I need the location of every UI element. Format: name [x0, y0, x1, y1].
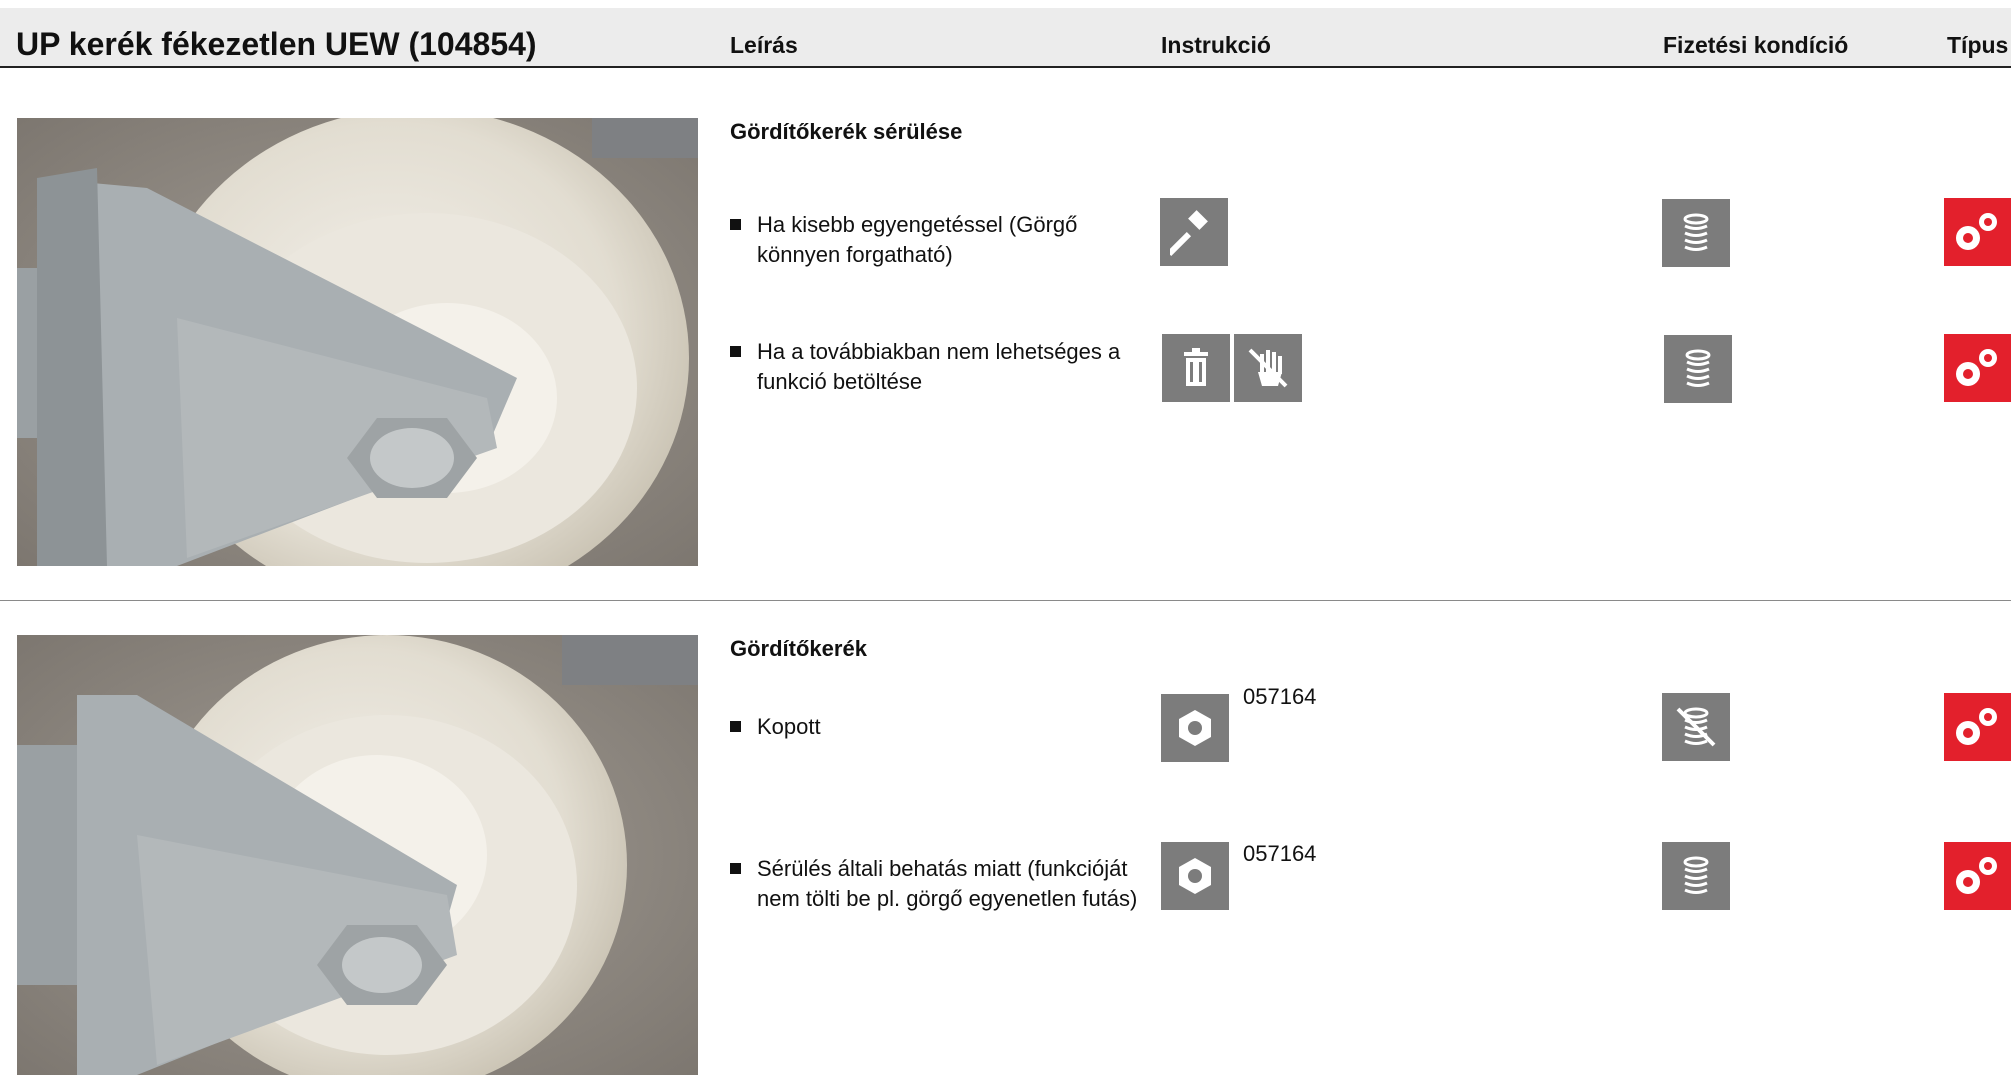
coin-stack-crossed-icon: [1662, 693, 1730, 761]
hex-nut-icon: [1161, 842, 1229, 910]
part-number: 057164: [1243, 684, 1317, 709]
page-title: UP kerék fékezetlen UEW (104854): [16, 26, 537, 62]
bullet-icon: [730, 863, 741, 874]
section-heading: Gördítőkerék sérülése: [730, 119, 963, 144]
gears-icon: [1944, 334, 2011, 402]
item-description: Ha a továbbiakban nem lehetséges a funkc…: [757, 339, 1121, 394]
column-header-description: Leírás: [730, 32, 798, 58]
list-item: Ha kisebb egyengetéssel (Görgő könnyen f…: [730, 210, 1140, 270]
hammer-icon: [1160, 198, 1228, 266]
bullet-icon: [730, 721, 741, 732]
item-description: Ha kisebb egyengetéssel (Görgő könnyen f…: [757, 212, 1078, 267]
column-header-type: Típus: [1947, 32, 2009, 58]
trash-icon: [1162, 334, 1230, 402]
list-item: Kopott: [730, 712, 1140, 742]
bullet-icon: [730, 346, 741, 357]
coin-stack-icon: [1662, 199, 1730, 267]
part-number: 057164: [1243, 841, 1317, 866]
section-heading: Gördítőkerék: [730, 636, 867, 661]
header-bar: UP kerék fékezetlen UEW (104854) Leírás …: [0, 8, 2011, 68]
gears-icon: [1944, 198, 2011, 266]
list-item: Ha a továbbiakban nem lehetséges a funkc…: [730, 337, 1140, 397]
caster-wheel-photo: [17, 635, 698, 1075]
caster-wheel-photo: [17, 118, 698, 566]
list-item: Sérülés általi behatás miatt (funkcióját…: [730, 854, 1140, 914]
gears-icon: [1944, 693, 2011, 761]
gears-icon: [1944, 842, 2011, 910]
hex-nut-icon: [1161, 694, 1229, 762]
bullet-icon: [730, 219, 741, 230]
section-divider: [0, 600, 2011, 601]
coin-stack-icon: [1664, 335, 1732, 403]
column-header-payment: Fizetési kondíció: [1663, 32, 1849, 58]
column-header-instruction: Instrukció: [1161, 32, 1271, 58]
item-description: Sérülés általi behatás miatt (funkcióját…: [757, 856, 1138, 911]
no-repair-hand-icon: [1234, 334, 1302, 402]
item-description: Kopott: [757, 714, 821, 739]
coin-stack-icon: [1662, 842, 1730, 910]
